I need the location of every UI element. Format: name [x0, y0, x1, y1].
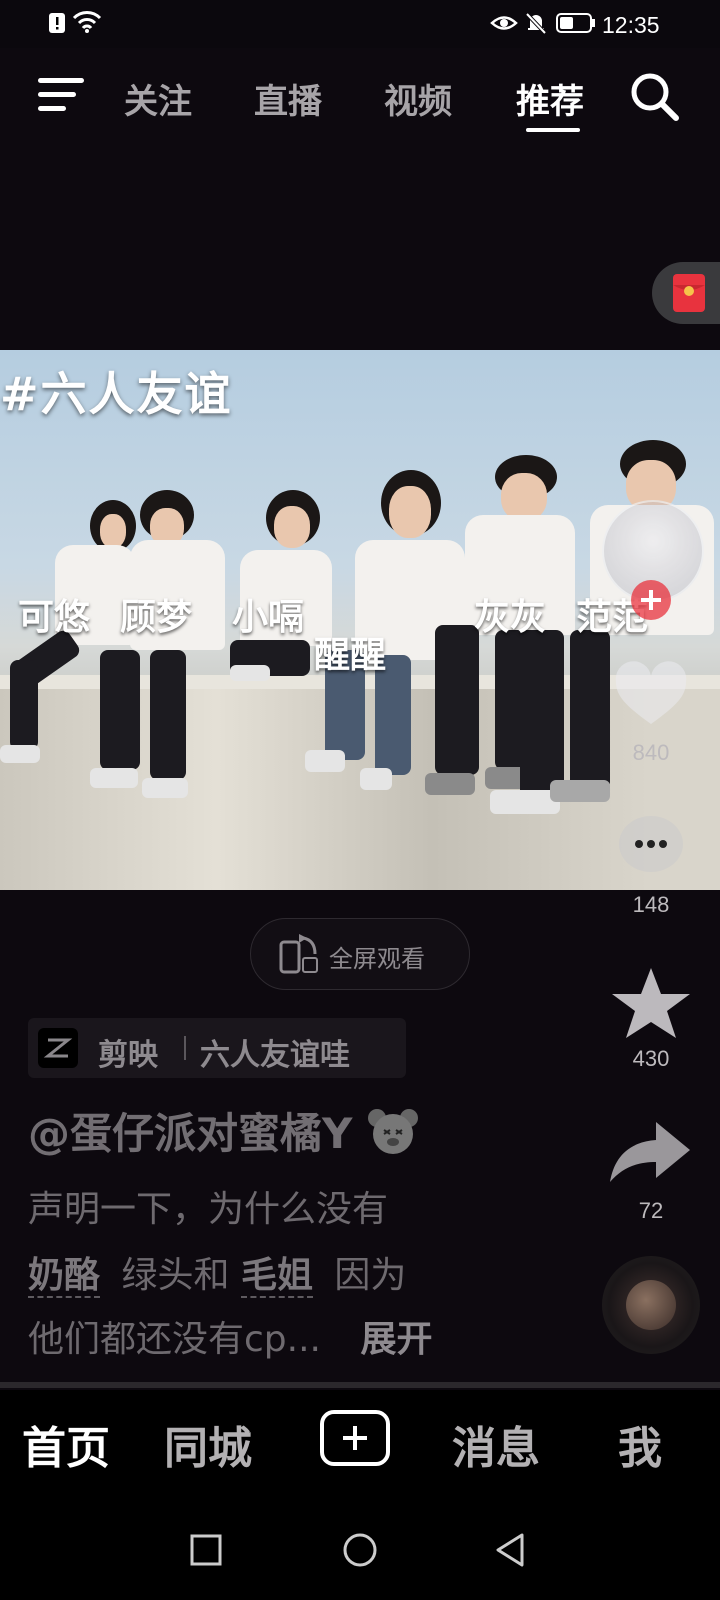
- share-icon: [610, 1122, 690, 1182]
- author-name[interactable]: @蛋仔派对蜜橘Y: [28, 1100, 419, 1161]
- tab-recommend[interactable]: 推荐: [516, 74, 584, 123]
- capcut-template-name: 六人友谊哇: [200, 1038, 350, 1073]
- music-cover-icon: [626, 1280, 676, 1330]
- menu-icon[interactable]: [38, 76, 84, 116]
- system-nav-bar: [0, 1490, 720, 1600]
- name-label-5: 灰灰: [474, 597, 547, 638]
- share-button[interactable]: 72: [606, 1118, 696, 1228]
- heart-icon: [615, 661, 687, 724]
- recents-icon[interactable]: [190, 1534, 222, 1566]
- back-icon[interactable]: [494, 1532, 526, 1568]
- active-tab-indicator: [526, 128, 580, 132]
- mute-bell-icon: [524, 11, 548, 41]
- caption-line-3: 他们都还没有cp... 展开: [28, 1319, 433, 1360]
- music-disc[interactable]: [602, 1256, 700, 1354]
- capcut-icon: [38, 1028, 78, 1068]
- name-label-2: 顾梦: [120, 597, 193, 638]
- top-nav: 关注 直播 视频 推荐: [0, 48, 720, 144]
- name-label-4: 醒醒: [314, 635, 387, 676]
- name-label-3: 小嗝: [232, 597, 305, 638]
- mention-link-2[interactable]: 毛姐: [240, 1255, 313, 1298]
- name-label-1: 可悠: [18, 597, 91, 638]
- fullscreen-button[interactable]: 全屏观看: [250, 918, 470, 990]
- caption-end: 因为: [334, 1255, 407, 1296]
- like-button[interactable]: 840: [606, 660, 696, 765]
- capcut-source-tag[interactable]: 剪映 六人友谊哇: [28, 1018, 406, 1078]
- plus-icon: [343, 1426, 367, 1450]
- search-icon[interactable]: [630, 72, 680, 126]
- favorite-count: 430: [632, 1046, 670, 1071]
- caption-line-2: 奶酪 绿头和 毛姐 因为: [28, 1246, 406, 1298]
- home-icon[interactable]: [342, 1532, 378, 1568]
- follow-plus-button[interactable]: [631, 580, 671, 620]
- caption-line-1: 声明一下，为什么没有: [28, 1189, 389, 1230]
- tab-follow[interactable]: 关注: [124, 74, 192, 123]
- progress-track[interactable]: [0, 1382, 720, 1388]
- red-envelope-icon: [673, 274, 705, 312]
- bottom-tab-home[interactable]: 首页: [22, 1412, 110, 1476]
- alert-icon: [48, 12, 66, 40]
- bottom-tab-me[interactable]: 我: [618, 1412, 662, 1476]
- red-envelope-button[interactable]: [652, 262, 720, 324]
- source-divider: [184, 1036, 186, 1060]
- share-count: 72: [638, 1198, 664, 1223]
- comment-button[interactable]: 148: [606, 812, 696, 917]
- rotate-screen-icon: [279, 934, 318, 974]
- bear-emoji-icon: [368, 1109, 419, 1154]
- capcut-app-name: 剪映: [98, 1038, 158, 1073]
- video-hashtag: #六人友谊: [0, 367, 233, 421]
- status-bar: 12:35: [0, 0, 720, 48]
- tab-live[interactable]: 直播: [254, 74, 322, 123]
- plus-icon: [641, 590, 661, 610]
- tab-video[interactable]: 视频: [384, 74, 452, 123]
- fullscreen-label: 全屏观看: [329, 945, 425, 973]
- eye-icon: [490, 12, 518, 40]
- clock: 12:35: [602, 12, 660, 38]
- star-icon: [612, 968, 690, 1038]
- expand-link[interactable]: 展开: [360, 1319, 432, 1360]
- bottom-tab-nearby[interactable]: 同城: [164, 1412, 252, 1476]
- battery-icon: [556, 12, 596, 40]
- wifi-icon: [72, 10, 102, 40]
- comment-count: 148: [632, 892, 670, 917]
- bottom-nav: 首页 同城 消息 我: [0, 1390, 720, 1490]
- caption-mid: 绿头和: [121, 1255, 230, 1296]
- create-button[interactable]: [320, 1410, 390, 1466]
- bottom-tab-messages[interactable]: 消息: [452, 1412, 540, 1476]
- video-player[interactable]: #六人友谊 可悠 顾梦 小嗝 醒醒 灰灰 范范: [0, 350, 720, 890]
- comment-icon: [619, 816, 683, 872]
- like-count: 840: [632, 740, 670, 765]
- mention-link-1[interactable]: 奶酪: [28, 1255, 101, 1298]
- favorite-button[interactable]: 430: [606, 966, 696, 1076]
